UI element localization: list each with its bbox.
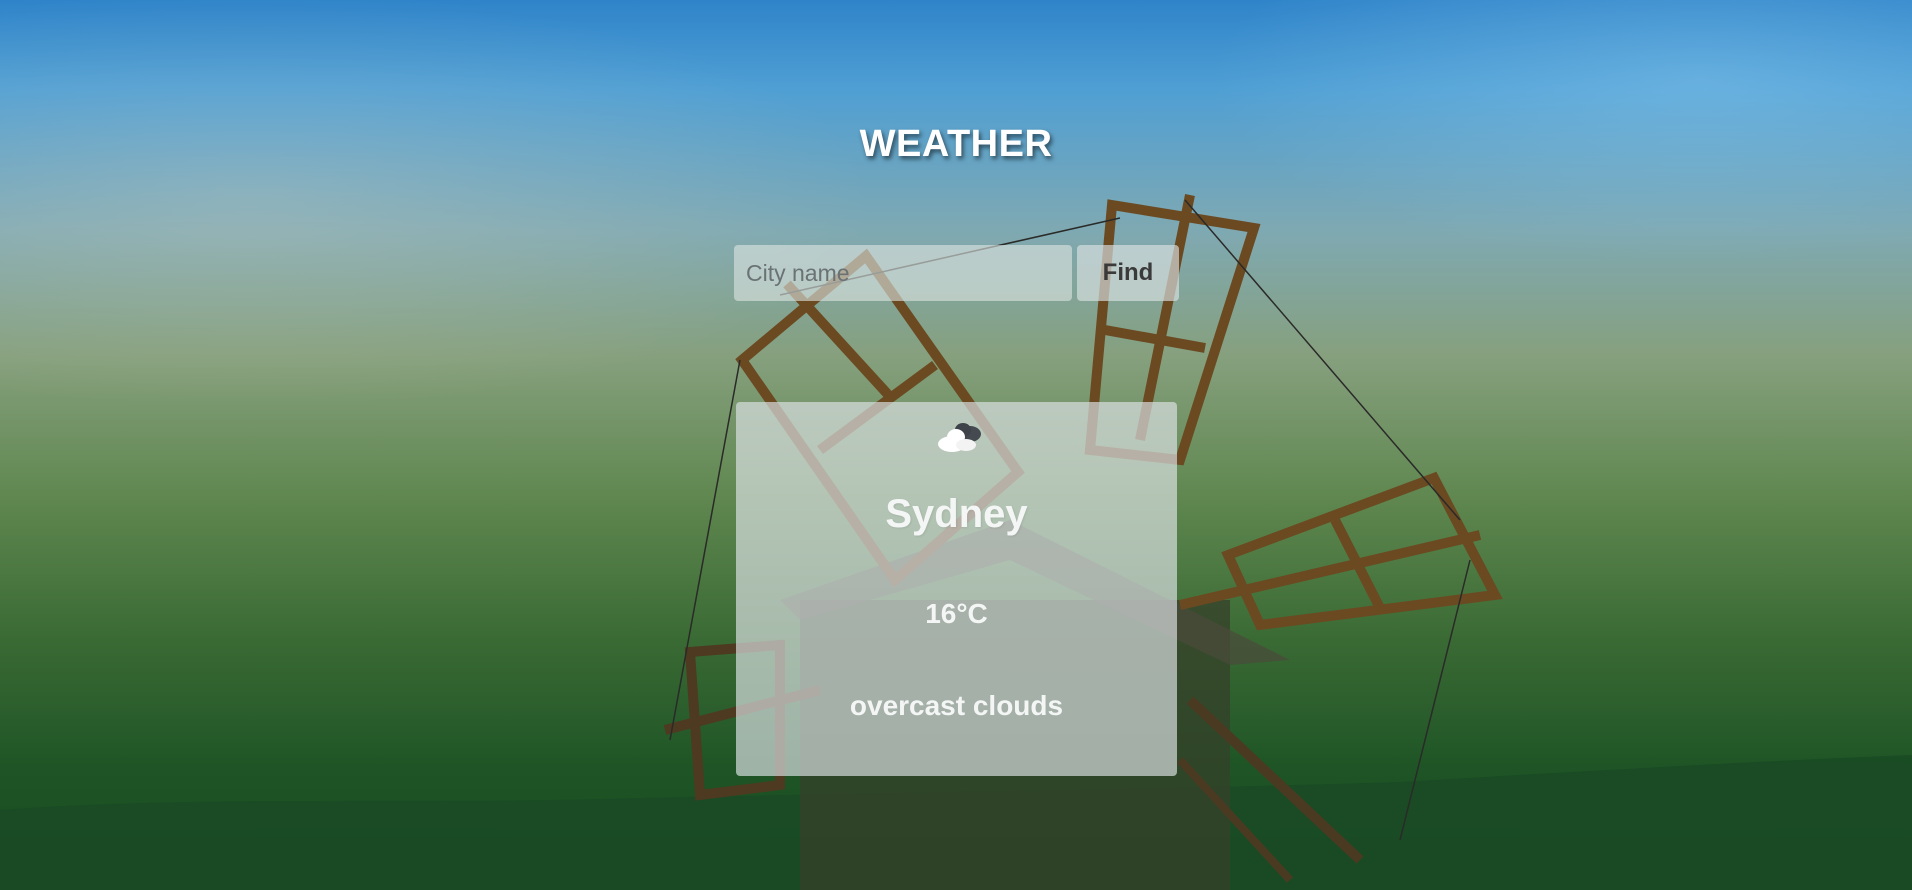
find-button[interactable]: Find bbox=[1077, 245, 1179, 301]
search-bar: Find bbox=[734, 245, 1179, 301]
temperature-value: 16°C bbox=[925, 598, 988, 629]
weather-description: overcast clouds bbox=[849, 690, 1064, 721]
city-name: Sydney bbox=[885, 492, 1028, 536]
overcast-clouds-icon bbox=[938, 423, 981, 452]
page-title: WEATHER bbox=[859, 123, 1053, 166]
city-name-input[interactable] bbox=[734, 245, 1072, 301]
weather-card: Sydney 16°C overcast clouds bbox=[736, 402, 1177, 776]
